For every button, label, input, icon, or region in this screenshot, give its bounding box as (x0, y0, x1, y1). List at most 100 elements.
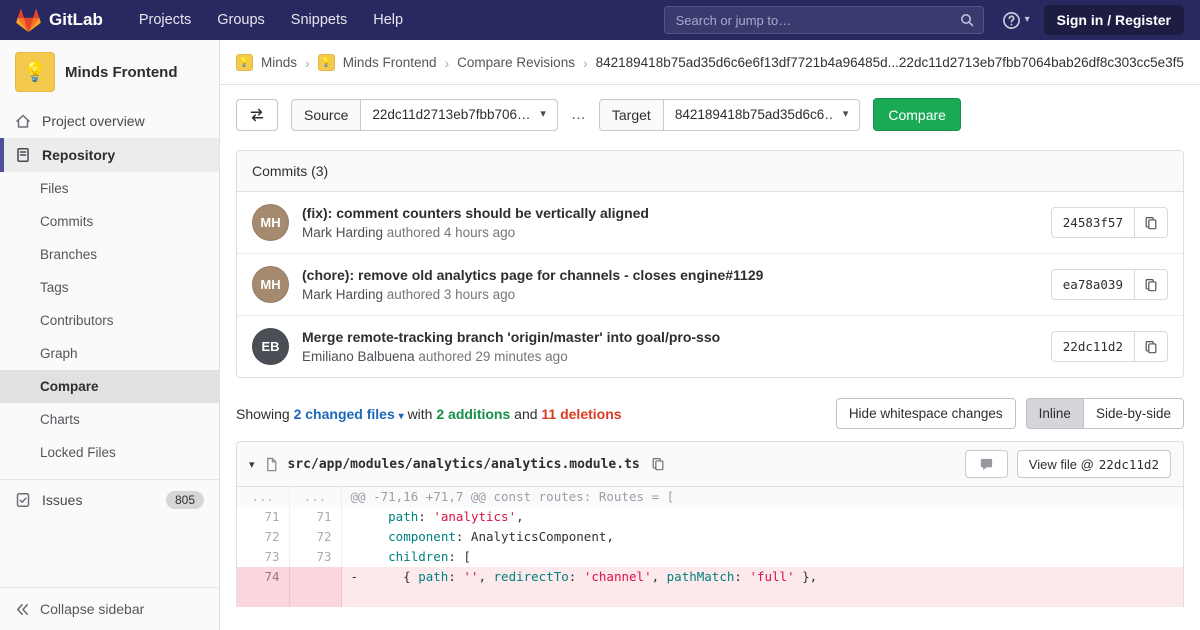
sidebar-item-charts[interactable]: Charts (0, 403, 219, 436)
avatar[interactable]: EB (252, 328, 289, 365)
commit-title[interactable]: Merge remote-tracking branch 'origin/mas… (302, 329, 720, 345)
sidebar-item-contributors[interactable]: Contributors (0, 304, 219, 337)
sidebar-item-branches[interactable]: Branches (0, 238, 219, 271)
new-line-number[interactable]: 72 (289, 527, 341, 547)
collapse-sidebar-label: Collapse sidebar (40, 601, 144, 617)
commit-author-link[interactable]: Mark Harding (302, 287, 383, 302)
sidebar-item-tags[interactable]: Tags (0, 271, 219, 304)
changed-files-dropdown[interactable]: 2 changed files ▾ (294, 406, 404, 422)
chevron-down-icon: ▾ (843, 109, 849, 120)
nav-link-projects[interactable]: Projects (129, 6, 201, 34)
showing-label: Showing (236, 406, 290, 422)
sidebar-item-compare[interactable]: Compare (0, 370, 219, 403)
avatar[interactable]: MH (252, 204, 289, 241)
search-icon (959, 12, 975, 28)
source-label: Source (291, 99, 361, 131)
breadcrumb-link-compare-revisions[interactable]: Compare Revisions (457, 55, 575, 70)
breadcrumb-link-minds[interactable]: Minds (261, 55, 297, 70)
diff-line-context: 7272 component: AnalyticsComponent, (237, 527, 1183, 547)
sign-in-register-button[interactable]: Sign in / Register (1044, 5, 1184, 35)
commit-timestamp: authored 3 hours ago (387, 287, 515, 302)
diff-file-path[interactable]: src/app/modules/analytics/analytics.modu… (288, 457, 640, 472)
sidebar-item-commits[interactable]: Commits (0, 205, 219, 238)
new-line-number[interactable] (289, 587, 341, 607)
side-by-side-view-button[interactable]: Side-by-side (1083, 398, 1184, 429)
lightbulb-icon: 💡 (321, 57, 332, 68)
diff-table-body: ......@@ -71,16 +71,7 @@ const routes: R… (237, 487, 1183, 607)
commit-timestamp: authored 29 minutes ago (418, 349, 567, 364)
commits-panel-header: Commits (3) (237, 151, 1183, 192)
commit-author-link[interactable]: Emiliano Balbuena (302, 349, 415, 364)
copy-sha-button[interactable] (1135, 207, 1168, 238)
copy-sha-button[interactable] (1135, 269, 1168, 300)
old-line-number[interactable]: 72 (237, 527, 289, 547)
diff-file-panel: ▾ src/app/modules/analytics/analytics.mo… (236, 441, 1184, 607)
commits-panel: Commits (3) MH (fix): comment counters s… (236, 150, 1184, 378)
collapse-sidebar-button[interactable]: Collapse sidebar (0, 587, 219, 630)
source-revision-dropdown[interactable]: 22dc11d2713eb7fbb706… ▾ (361, 99, 558, 131)
copy-sha-button[interactable] (1135, 331, 1168, 362)
minds-group-avatar: 💡 (236, 54, 253, 71)
new-line-number[interactable] (289, 567, 341, 587)
inline-view-button[interactable]: Inline (1026, 398, 1083, 429)
old-line-number[interactable]: 74 (237, 567, 289, 587)
diff-line-del: 74- { path: '', redirectTo: 'channel', p… (237, 567, 1183, 587)
target-input-group: Target 842189418b75ad35d6c6… ▾ (599, 99, 860, 131)
repository-subnav: Files Commits Branches Tags Contributors… (0, 172, 219, 469)
collapse-file-caret-icon[interactable]: ▾ (249, 458, 255, 471)
search-input[interactable] (664, 6, 984, 34)
old-line-number[interactable] (237, 587, 289, 607)
source-input-group: Source 22dc11d2713eb7fbb706… ▾ (291, 99, 558, 131)
commit-text: Merge remote-tracking branch 'origin/mas… (302, 329, 720, 364)
sidebar-item-repository[interactable]: Repository (0, 138, 219, 172)
commit-text: (chore): remove old analytics page for c… (302, 267, 763, 302)
sidebar-item-graph[interactable]: Graph (0, 337, 219, 370)
commit-meta: Mark Harding authored 4 hours ago (302, 225, 649, 240)
new-line-number[interactable]: ... (289, 487, 341, 507)
avatar[interactable]: MH (252, 266, 289, 303)
avatar-initials: EB (261, 339, 279, 354)
sidebar-item-issues[interactable]: Issues 805 (0, 480, 219, 520)
commit-sha[interactable]: 22dc11d2 (1051, 331, 1135, 362)
diff-summary-bar: Showing 2 changed files ▾ with 2 additio… (236, 398, 1184, 429)
commit-sha[interactable]: ea78a039 (1051, 269, 1135, 300)
new-line-number[interactable]: 73 (289, 547, 341, 567)
sidebar-item-project-overview[interactable]: Project overview (0, 104, 219, 138)
sidebar-item-files[interactable]: Files (0, 172, 219, 205)
breadcrumb-link-minds-frontend[interactable]: Minds Frontend (343, 55, 437, 70)
old-line-number[interactable]: 71 (237, 507, 289, 527)
compare-button[interactable]: Compare (873, 98, 961, 131)
old-line-number[interactable]: 73 (237, 547, 289, 567)
old-line-number[interactable]: ... (237, 487, 289, 507)
copy-file-path-button[interactable] (649, 455, 667, 473)
primary-nav: Projects Groups Snippets Help (129, 6, 413, 34)
commit-sha-group: ea78a039 (1051, 269, 1168, 300)
sidebar-item-label: Repository (42, 147, 115, 163)
commit-title[interactable]: (chore): remove old analytics page for c… (302, 267, 763, 283)
project-header: 💡 Minds Frontend (0, 40, 219, 104)
help-dropdown[interactable]: ▾ (1002, 11, 1030, 30)
commit-title[interactable]: (fix): comment counters should be vertic… (302, 205, 649, 221)
toggle-comments-button[interactable] (965, 450, 1008, 478)
hide-whitespace-button[interactable]: Hide whitespace changes (836, 398, 1016, 429)
gitlab-home-link[interactable]: GitLab (16, 8, 103, 33)
nav-link-help[interactable]: Help (363, 6, 413, 34)
project-avatar[interactable]: 💡 (15, 52, 55, 92)
global-search (664, 6, 984, 34)
main-content: 💡 Minds › 💡 Minds Frontend › Compare Rev… (220, 40, 1200, 630)
commit-author-link[interactable]: Mark Harding (302, 225, 383, 240)
changed-files-count: 2 changed files (294, 406, 395, 422)
view-file-button[interactable]: View file @ 22dc11d2 (1017, 450, 1171, 478)
nav-link-groups[interactable]: Groups (207, 6, 275, 34)
new-line-number[interactable]: 71 (289, 507, 341, 527)
commit-sha[interactable]: 24583f57 (1051, 207, 1135, 238)
avatar-initials: MH (260, 215, 280, 230)
nav-link-snippets[interactable]: Snippets (281, 6, 357, 34)
breadcrumb-separator-icon: › (444, 55, 449, 71)
swap-revisions-button[interactable] (236, 99, 278, 131)
sidebar-item-locked-files[interactable]: Locked Files (0, 436, 219, 469)
gitlab-wordmark: GitLab (49, 10, 103, 30)
commit-row: MH (chore): remove old analytics page fo… (237, 254, 1183, 316)
target-revision-dropdown[interactable]: 842189418b75ad35d6c6… ▾ (664, 99, 861, 131)
copy-icon (651, 457, 665, 471)
